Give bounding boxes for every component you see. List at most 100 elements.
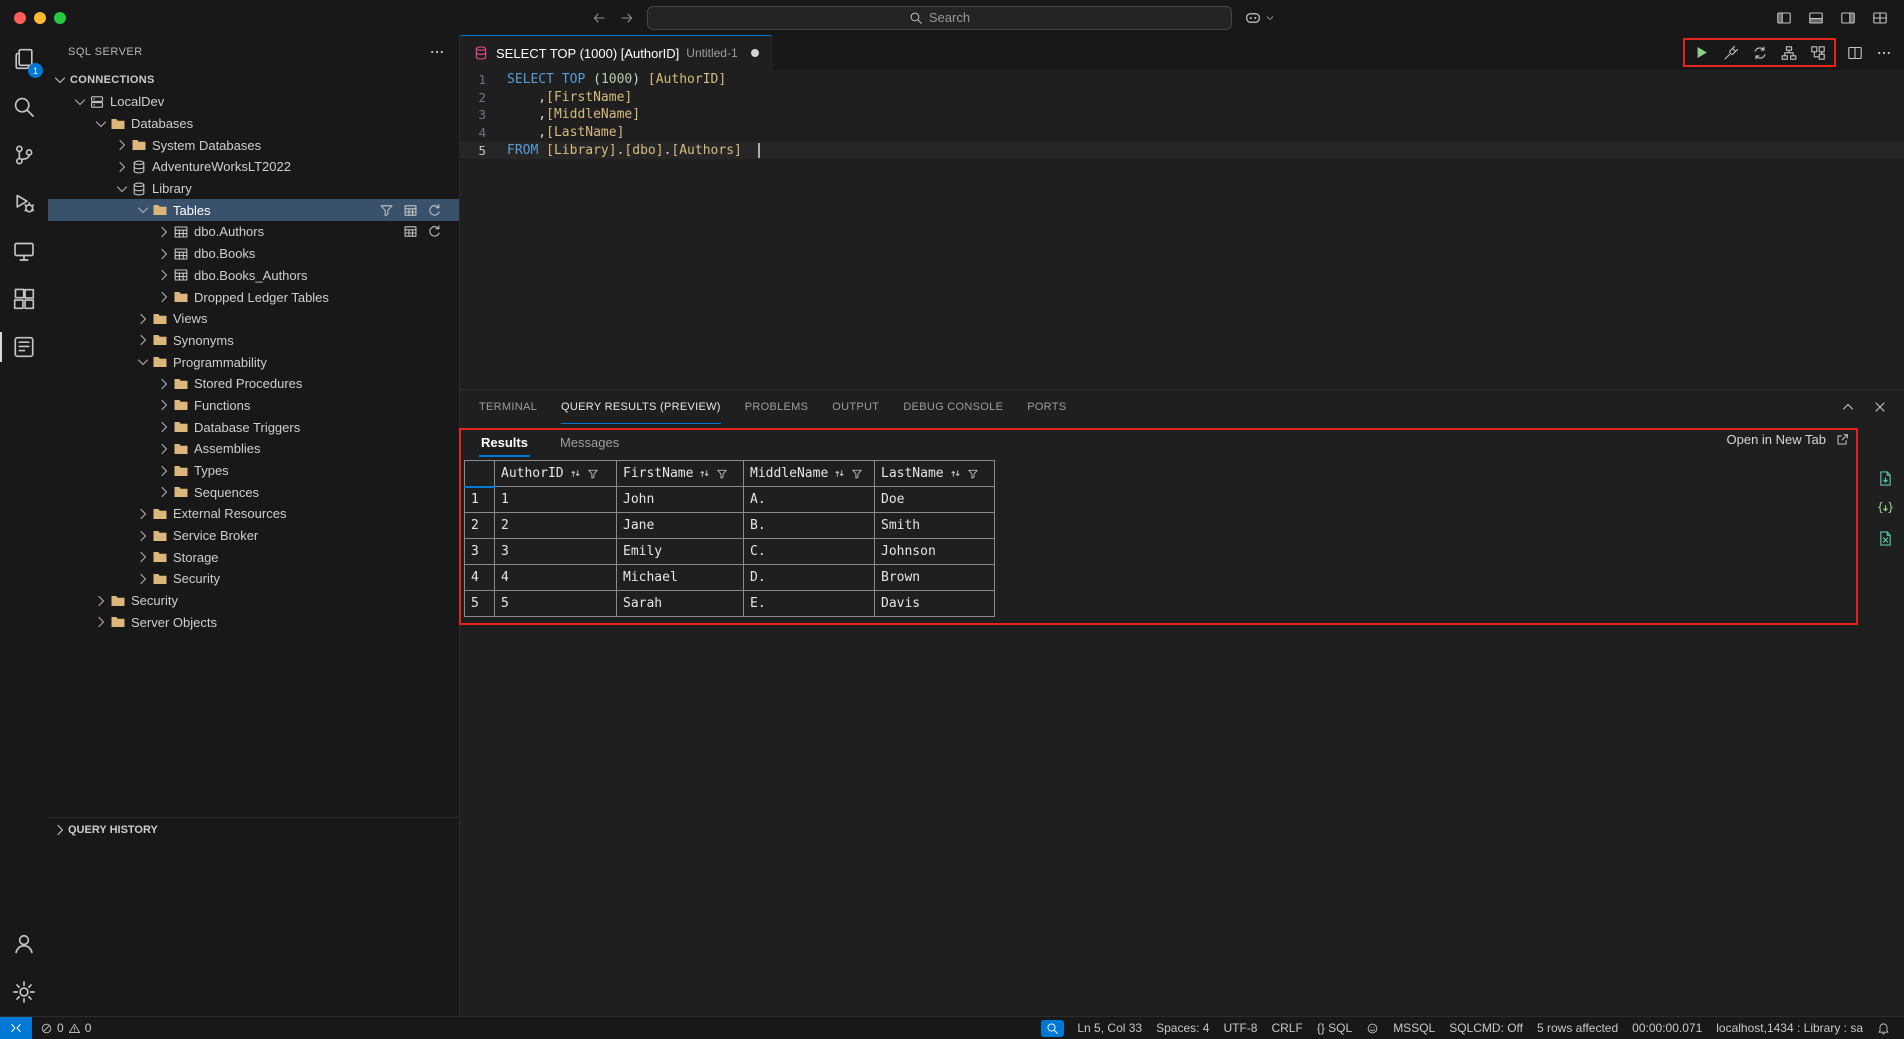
tree-item-service-broker[interactable]: Service Broker xyxy=(48,525,459,547)
grid-cell[interactable]: A. xyxy=(744,487,875,513)
tree-item-types[interactable]: Types xyxy=(48,460,459,482)
grid-row-number[interactable]: 2 xyxy=(465,513,495,539)
tree-item-dbo-books[interactable]: dbo.Books xyxy=(48,243,459,265)
activity-item-sql-server[interactable] xyxy=(0,323,48,371)
tree-item-synonyms[interactable]: Synonyms xyxy=(48,330,459,352)
grid-cell[interactable]: Brown xyxy=(875,565,995,591)
status-item-zoom[interactable] xyxy=(1041,1020,1064,1037)
save-as-json-button[interactable] xyxy=(1877,500,1894,517)
table-inline-button[interactable] xyxy=(403,203,421,218)
activity-item-search[interactable] xyxy=(0,83,48,131)
tree-item-storage[interactable]: Storage xyxy=(48,546,459,568)
modified-indicator-icon[interactable] xyxy=(751,49,759,57)
tree-item-stored-procedures[interactable]: Stored Procedures xyxy=(48,373,459,395)
tree-item-views[interactable]: Views xyxy=(48,308,459,330)
navigate-forward-button[interactable] xyxy=(619,10,635,26)
panel-tab-output[interactable]: OUTPUT xyxy=(832,390,879,424)
query-history-section-header[interactable]: QUERY HISTORY xyxy=(48,817,459,841)
grid-cell[interactable]: John xyxy=(617,487,744,513)
grid-cell[interactable]: 2 xyxy=(495,513,617,539)
close-window-button[interactable] xyxy=(14,12,26,24)
grid-cell[interactable]: 3 xyxy=(495,539,617,565)
close-panel-button[interactable] xyxy=(1872,399,1888,415)
grid-column-header-firstname[interactable]: FirstName xyxy=(617,461,744,487)
disconnect-button[interactable] xyxy=(1723,45,1739,61)
toggle-panel-button[interactable] xyxy=(1808,10,1824,26)
change-connection-button[interactable] xyxy=(1752,45,1768,61)
grid-cell[interactable]: Doe xyxy=(875,487,995,513)
tree-item-assemblies[interactable]: Assemblies xyxy=(48,438,459,460)
grid-cell[interactable]: D. xyxy=(744,565,875,591)
grid-cell[interactable]: Johnson xyxy=(875,539,995,565)
status-item-eol[interactable]: CRLF xyxy=(1264,1017,1309,1039)
tree-item-external-resources[interactable]: External Resources xyxy=(48,503,459,525)
minimize-window-button[interactable] xyxy=(34,12,46,24)
remote-indicator[interactable] xyxy=(0,1017,32,1039)
tree-item-adventureworkslt2022[interactable]: AdventureWorksLT2022 xyxy=(48,156,459,178)
command-center-search[interactable]: Search xyxy=(647,6,1232,30)
save-as-excel-button[interactable] xyxy=(1877,530,1894,547)
refresh-inline-button[interactable] xyxy=(427,203,445,218)
tree-item-dbo-books-authors[interactable]: dbo.Books_Authors xyxy=(48,265,459,287)
run-query-button[interactable] xyxy=(1693,44,1710,61)
status-item-provider[interactable]: MSSQL xyxy=(1386,1017,1442,1039)
tree-item-security[interactable]: Security xyxy=(48,568,459,590)
open-in-new-tab-button[interactable]: Open in New Tab xyxy=(1727,432,1851,447)
split-editor-button[interactable] xyxy=(1847,45,1863,61)
activity-item-source-control[interactable] xyxy=(0,131,48,179)
status-item-feedback[interactable] xyxy=(1359,1017,1386,1039)
tree-item-tables[interactable]: Tables xyxy=(48,199,459,221)
grid-cell[interactable]: B. xyxy=(744,513,875,539)
panel-tab-problems[interactable]: PROBLEMS xyxy=(745,390,809,424)
results-tab-results[interactable]: Results xyxy=(479,428,530,457)
activity-item-run-and-debug[interactable] xyxy=(0,179,48,227)
grid-column-header-middlename[interactable]: MiddleName xyxy=(744,461,875,487)
status-item-indentation[interactable]: Spaces: 4 xyxy=(1149,1017,1216,1039)
problems-status[interactable]: 0 0 xyxy=(32,1021,99,1035)
toggle-primary-sidebar-button[interactable] xyxy=(1776,10,1792,26)
zoom-window-button[interactable] xyxy=(54,12,66,24)
grid-cell[interactable]: Emily xyxy=(617,539,744,565)
grid-cell[interactable]: Jane xyxy=(617,513,744,539)
tree-item-localdev[interactable]: LocalDev xyxy=(48,91,459,113)
copilot-menu-button[interactable] xyxy=(1244,9,1275,27)
tree-item-databases[interactable]: Databases xyxy=(48,113,459,135)
tree-item-dropped-ledger-tables[interactable]: Dropped Ledger Tables xyxy=(48,286,459,308)
grid-cell[interactable]: C. xyxy=(744,539,875,565)
tree-item-dbo-authors[interactable]: dbo.Authors xyxy=(48,221,459,243)
status-item-encoding[interactable]: UTF-8 xyxy=(1216,1017,1264,1039)
tree-item-programmability[interactable]: Programmability xyxy=(48,351,459,373)
status-item-cursor-position[interactable]: Ln 5, Col 33 xyxy=(1070,1017,1149,1039)
activity-item-explorer[interactable]: 1 xyxy=(0,35,48,83)
table-inline-button[interactable] xyxy=(403,224,421,239)
customize-layout-button[interactable] xyxy=(1872,10,1888,26)
grid-cell[interactable]: Sarah xyxy=(617,591,744,617)
activity-item-remote-explorer[interactable] xyxy=(0,227,48,275)
grid-cell[interactable]: 4 xyxy=(495,565,617,591)
panel-tab-query-results-preview[interactable]: QUERY RESULTS (PREVIEW) xyxy=(561,390,721,424)
estimated-plan-button[interactable] xyxy=(1781,45,1797,61)
tree-item-system-databases[interactable]: System Databases xyxy=(48,134,459,156)
status-item-connection[interactable]: localhost,1434 : Library : sa xyxy=(1709,1017,1870,1039)
status-item-rows-affected[interactable]: 5 rows affected xyxy=(1530,1017,1625,1039)
toggle-secondary-sidebar-button[interactable] xyxy=(1840,10,1856,26)
editor-tab-untitled-1[interactable]: SELECT TOP (1000) [AuthorID] Untitled-1 xyxy=(461,35,772,70)
more-actions-button[interactable] xyxy=(1876,45,1892,61)
refresh-inline-button[interactable] xyxy=(427,224,445,239)
tree-item-database-triggers[interactable]: Database Triggers xyxy=(48,416,459,438)
activity-item-extensions[interactable] xyxy=(0,275,48,323)
status-item-sqlcmd[interactable]: SQLCMD: Off xyxy=(1442,1017,1530,1039)
tree-item-functions[interactable]: Functions xyxy=(48,395,459,417)
filter-inline-button[interactable] xyxy=(379,203,397,218)
grid-column-header-authorid[interactable]: AuthorID xyxy=(495,461,617,487)
save-as-csv-button[interactable] xyxy=(1877,470,1894,487)
status-item-elapsed-time[interactable]: 00:00:00.071 xyxy=(1625,1017,1709,1039)
grid-row-number[interactable]: 5 xyxy=(465,591,495,617)
status-item-notifications[interactable] xyxy=(1870,1017,1897,1039)
status-item-language-mode[interactable]: {} SQL xyxy=(1310,1017,1359,1039)
grid-cell[interactable]: Smith xyxy=(875,513,995,539)
activity-item-accounts[interactable] xyxy=(0,920,48,968)
navigate-back-button[interactable] xyxy=(591,10,607,26)
grid-column-header-lastname[interactable]: LastName xyxy=(875,461,995,487)
connections-section-header[interactable]: CONNECTIONS xyxy=(48,69,459,91)
